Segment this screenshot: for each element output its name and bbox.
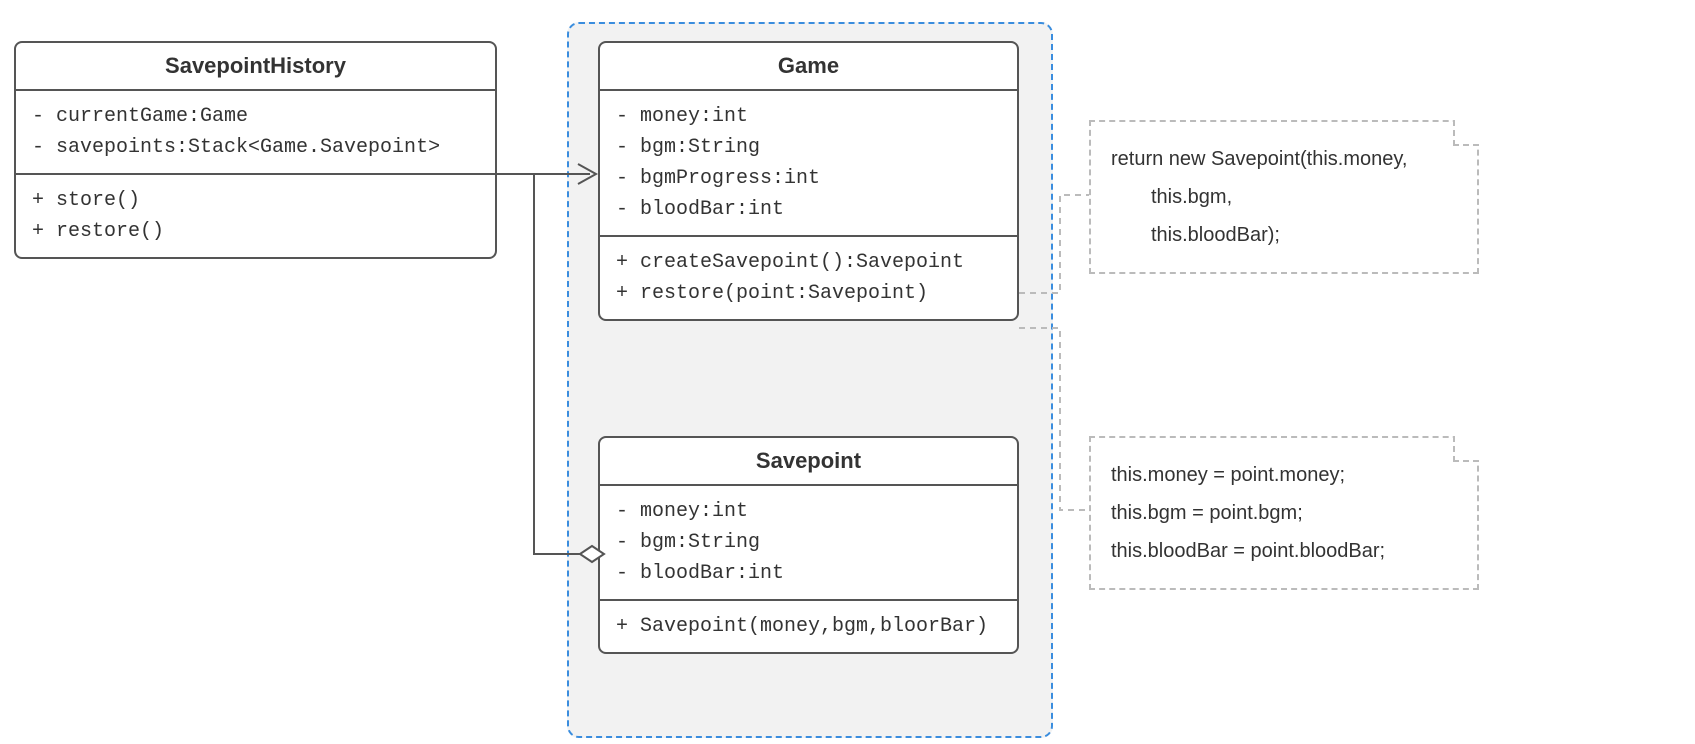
attribute: - bgmProgress:int: [616, 163, 1001, 194]
class-title: Game: [600, 43, 1017, 91]
note-line: return new Savepoint(this.money,: [1111, 140, 1457, 178]
attributes-section: - money:int - bgm:String - bloodBar:int: [600, 486, 1017, 599]
operations-section: + store() + restore(): [16, 173, 495, 257]
note-line: this.bgm,: [1111, 178, 1457, 216]
note-restore: this.money = point.money; this.bgm = poi…: [1089, 436, 1479, 590]
note-line: this.money = point.money;: [1111, 456, 1457, 494]
attribute: - money:int: [616, 496, 1001, 527]
operation: + restore(point:Savepoint): [616, 278, 1001, 309]
attribute: - bgm:String: [616, 527, 1001, 558]
class-savepoint: Savepoint - money:int - bgm:String - blo…: [598, 436, 1019, 654]
operation: + Savepoint(money,bgm,bloorBar): [616, 611, 1001, 642]
class-savepoint-history: SavepointHistory - currentGame:Game - sa…: [14, 41, 497, 259]
note-line: this.bloodBar = point.bloodBar;: [1111, 532, 1457, 570]
attribute: - bgm:String: [616, 132, 1001, 163]
attribute: - currentGame:Game: [32, 101, 479, 132]
attribute: - bloodBar:int: [616, 558, 1001, 589]
attributes-section: - currentGame:Game - savepoints:Stack<Ga…: [16, 91, 495, 173]
attribute: - savepoints:Stack<Game.Savepoint>: [32, 132, 479, 163]
class-title: SavepointHistory: [16, 43, 495, 91]
operations-section: + createSavepoint():Savepoint + restore(…: [600, 235, 1017, 319]
attributes-section: - money:int - bgm:String - bgmProgress:i…: [600, 91, 1017, 235]
note-create-savepoint: return new Savepoint(this.money, this.bg…: [1089, 120, 1479, 274]
class-title: Savepoint: [600, 438, 1017, 486]
operation: + createSavepoint():Savepoint: [616, 247, 1001, 278]
note-corner-icon: [1453, 436, 1479, 462]
operation: + store(): [32, 185, 479, 216]
operation: + restore(): [32, 216, 479, 247]
note-line: this.bloodBar);: [1111, 216, 1457, 254]
operations-section: + Savepoint(money,bgm,bloorBar): [600, 599, 1017, 652]
attribute: - money:int: [616, 101, 1001, 132]
note-line: this.bgm = point.bgm;: [1111, 494, 1457, 532]
attribute: - bloodBar:int: [616, 194, 1001, 225]
note-corner-icon: [1453, 120, 1479, 146]
class-game: Game - money:int - bgm:String - bgmProgr…: [598, 41, 1019, 321]
